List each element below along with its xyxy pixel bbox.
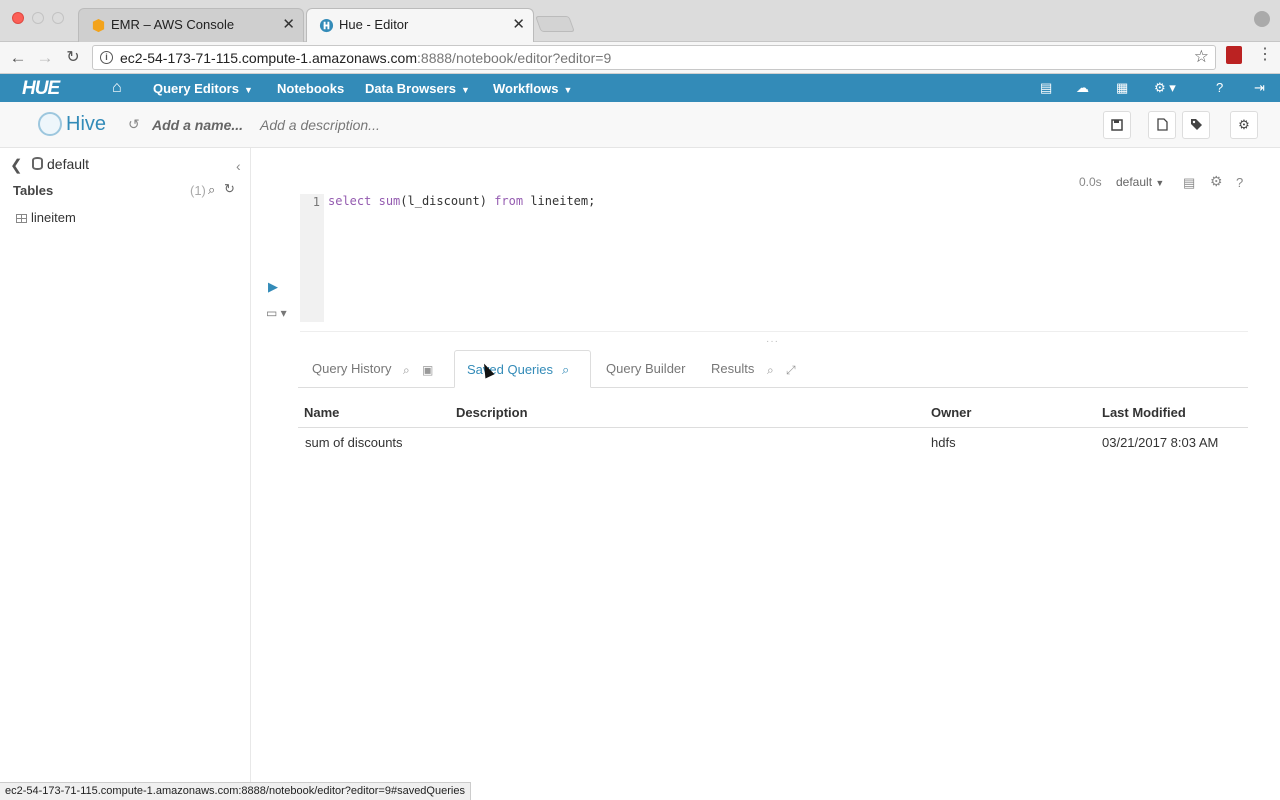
- chevron-down-icon: ▼: [563, 85, 573, 95]
- result-tabs: Query History ⌕ ▣ Saved Queries ⌕ Query B…: [298, 350, 1248, 388]
- sql-editor[interactable]: select sum(l_discount) from lineitem;: [328, 194, 595, 208]
- settings-gears-icon[interactable]: ⚙ ▾: [1154, 80, 1176, 96]
- reload-icon[interactable]: ↻: [62, 47, 84, 69]
- assist-panel: ❮ default ‹ Tables (1) ⌕ ↻ lineitem: [0, 148, 251, 800]
- hue-logo[interactable]: HUE: [22, 78, 60, 100]
- nav-notebooks[interactable]: Notebooks: [277, 81, 344, 96]
- column-header-name[interactable]: Name: [304, 405, 339, 420]
- caret-down-icon: ▼: [1155, 178, 1165, 188]
- tab-saved-queries[interactable]: Saved Queries ⌕: [454, 350, 591, 388]
- tables-count: (1): [190, 183, 206, 198]
- cloud-icon[interactable]: ☁: [1076, 80, 1089, 96]
- column-header-owner[interactable]: Owner: [931, 405, 971, 420]
- gears-icon: ⚙: [1238, 117, 1250, 132]
- nav-workflows[interactable]: Workflows ▼: [493, 81, 572, 96]
- editor-divider: [300, 331, 1248, 332]
- document-icon: [1156, 118, 1168, 131]
- maximize-window-button[interactable]: [52, 12, 64, 24]
- query-name[interactable]: sum of discounts: [305, 435, 403, 450]
- document-icon[interactable]: ▤: [1040, 80, 1052, 96]
- history-icon[interactable]: ↺: [128, 116, 140, 133]
- browser-tab-emr[interactable]: EMR – AWS Console ✕: [78, 8, 304, 42]
- tables-heading: Tables: [13, 183, 54, 198]
- query-name-field[interactable]: Add a name...: [152, 117, 243, 133]
- nav-query-editors[interactable]: Query Editors ▼: [153, 81, 253, 96]
- help-icon[interactable]: ?: [1216, 80, 1223, 95]
- settings-button[interactable]: ⚙: [1230, 111, 1258, 139]
- editor-header: Hive ↺ Add a name... Add a description..…: [0, 102, 1280, 148]
- chevron-down-icon: ▼: [461, 85, 470, 95]
- status-bar-url: ec2-54-173-71-115.compute-1.amazonaws.co…: [0, 782, 471, 800]
- close-window-button[interactable]: [12, 12, 24, 24]
- snippet-book-icon[interactable]: ▭ ▾: [266, 306, 287, 320]
- tab-results[interactable]: Results: [711, 350, 754, 388]
- resize-handle[interactable]: ···: [766, 336, 779, 347]
- table-header-divider: [298, 427, 1248, 428]
- tags-button[interactable]: [1182, 111, 1210, 139]
- tab-close-icon[interactable]: ✕: [512, 15, 525, 33]
- format-document-icon[interactable]: ▤: [1183, 175, 1195, 191]
- aws-favicon-icon: [92, 18, 105, 33]
- hive-logo-icon: [38, 112, 62, 136]
- database-name[interactable]: default: [47, 156, 89, 172]
- browser-titlebar: EMR – AWS Console ✕ Hue - Editor ✕: [0, 0, 1280, 42]
- nav-data-browsers[interactable]: Data Browsers ▼: [365, 81, 470, 96]
- tab-query-builder[interactable]: Query Builder: [606, 350, 685, 388]
- tag-icon: [1190, 119, 1202, 130]
- new-document-button[interactable]: [1148, 111, 1176, 139]
- search-icon[interactable]: ⌕: [403, 363, 410, 378]
- help-icon[interactable]: ?: [1236, 175, 1243, 190]
- column-header-description[interactable]: Description: [456, 405, 528, 420]
- hue-favicon-icon: [319, 18, 334, 33]
- table-item-lineitem[interactable]: lineitem: [16, 210, 76, 225]
- browser-menu-icon[interactable]: ⋮: [1257, 44, 1273, 64]
- forward-arrow-icon[interactable]: →: [34, 47, 56, 69]
- bookmark-star-icon[interactable]: ☆: [1194, 47, 1209, 67]
- minimize-window-button[interactable]: [32, 12, 44, 24]
- save-button[interactable]: [1103, 111, 1131, 139]
- back-chevron-icon[interactable]: ❮: [10, 156, 23, 174]
- logout-icon[interactable]: ⇥: [1254, 80, 1265, 96]
- search-icon[interactable]: ⌕: [767, 363, 774, 378]
- database-selector[interactable]: default ▼: [1116, 175, 1164, 189]
- query-owner: hdfs: [931, 435, 956, 450]
- browser-toolbar: ← → ↻ i ec2-54-173-71-115.compute-1.amaz…: [0, 42, 1280, 74]
- tab-query-history[interactable]: Query History: [312, 350, 391, 388]
- query-description-field[interactable]: Add a description...: [260, 117, 380, 133]
- calendar-icon[interactable]: ▣: [422, 363, 433, 377]
- line-gutter: 1: [300, 194, 324, 322]
- query-last-modified: 03/21/2017 8:03 AM: [1102, 435, 1219, 450]
- search-icon: ⌕: [562, 362, 570, 377]
- new-tab-button[interactable]: [535, 16, 575, 32]
- info-icon[interactable]: i: [100, 51, 113, 64]
- editor-type-title: Hive: [66, 113, 107, 135]
- home-icon[interactable]: ⌂: [112, 79, 122, 97]
- tab-title: Hue - Editor: [339, 17, 409, 32]
- execution-time: 0.0s: [1079, 175, 1102, 189]
- tab-close-icon[interactable]: ✕: [282, 15, 295, 33]
- column-header-last-modified[interactable]: Last Modified: [1102, 405, 1186, 420]
- back-arrow-icon[interactable]: ←: [7, 47, 29, 69]
- run-query-icon[interactable]: ▶: [268, 279, 278, 295]
- search-icon[interactable]: ⌕: [208, 182, 215, 198]
- table-icon: [16, 214, 27, 223]
- tab-title: EMR – AWS Console: [111, 17, 235, 32]
- collapse-panel-icon[interactable]: ‹: [236, 158, 241, 174]
- table-name: lineitem: [31, 210, 76, 225]
- pdf-extension-icon[interactable]: [1226, 46, 1242, 64]
- refresh-icon[interactable]: ↻: [224, 181, 235, 197]
- browser-tab-hue[interactable]: Hue - Editor ✕: [306, 8, 534, 42]
- address-bar[interactable]: i ec2-54-173-71-115.compute-1.amazonaws.…: [92, 45, 1216, 70]
- table-icon[interactable]: ▦: [1116, 80, 1128, 96]
- profile-icon[interactable]: [1254, 11, 1270, 27]
- save-icon: [1111, 119, 1123, 131]
- chevron-down-icon: ▼: [243, 85, 253, 95]
- hue-navbar: HUE ⌂ Query Editors ▼ Notebooks Data Brow…: [0, 74, 1280, 102]
- database-icon: [32, 157, 43, 170]
- url-text[interactable]: ec2-54-173-71-115.compute-1.amazonaws.co…: [120, 50, 611, 66]
- expand-icon[interactable]: ⤢: [786, 363, 796, 378]
- snippet-settings-icon[interactable]: ⚙: [1210, 173, 1223, 190]
- line-number: 1: [312, 195, 320, 209]
